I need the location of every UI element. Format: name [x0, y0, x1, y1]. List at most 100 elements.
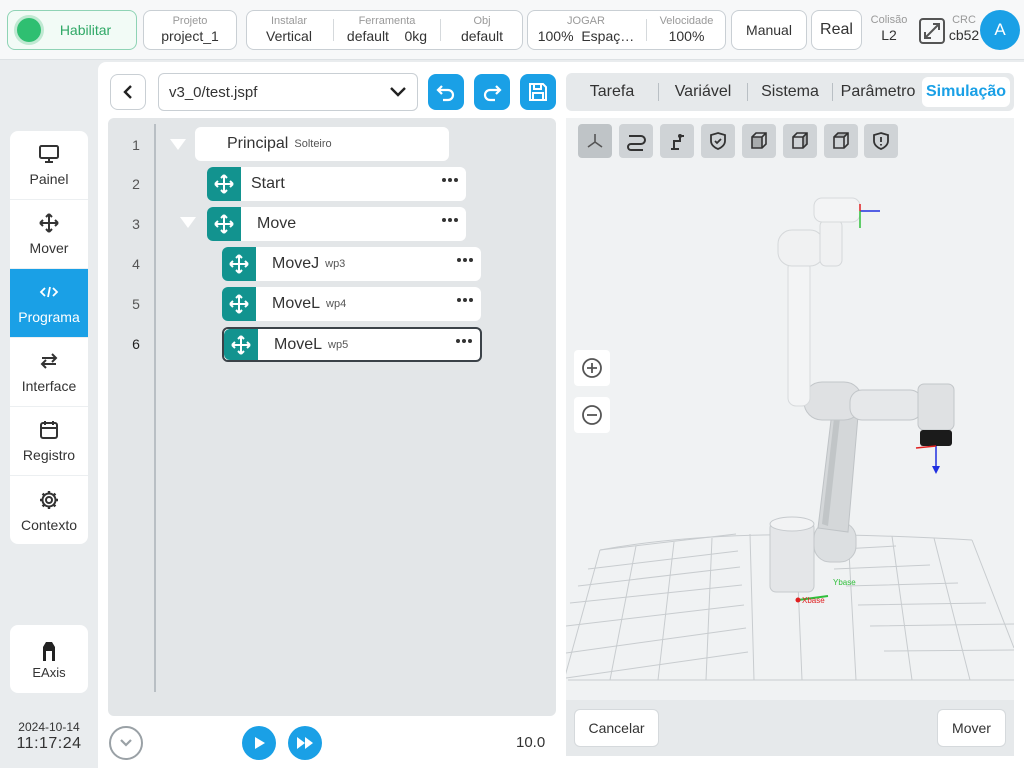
eaxis-label: EAxis — [32, 664, 66, 680]
line-number: 4 — [132, 256, 140, 272]
more-options-icon[interactable] — [442, 178, 458, 182]
tab-parametro[interactable]: Parâmetro — [833, 73, 923, 111]
zoom-in-icon — [582, 358, 602, 378]
eaxis-button[interactable]: EAxis — [10, 625, 88, 693]
view-path-button[interactable] — [619, 124, 653, 158]
chevron-down-icon — [120, 739, 132, 747]
move-handle-icon[interactable] — [207, 207, 241, 241]
view-cube-side-button[interactable] — [783, 124, 817, 158]
collapse-caret-icon[interactable] — [170, 139, 186, 150]
path-icon — [627, 135, 646, 151]
nav-item-contexto[interactable]: Contexto — [10, 476, 88, 544]
jog-speed-group[interactable]: JOGAR 100% Espaç… Velocidade 100% — [527, 10, 726, 50]
crc-value: cb52 — [948, 27, 980, 43]
move-handle-icon[interactable] — [224, 329, 258, 360]
line-number: 3 — [132, 216, 140, 232]
nav-item-painel[interactable]: Painel — [10, 131, 88, 200]
node-name: Start — [251, 175, 285, 192]
tool-value: default 0kg — [346, 28, 428, 44]
enable-status-dot — [17, 18, 41, 42]
expand-icon[interactable] — [918, 17, 946, 45]
simulation-viewport[interactable]: Ybase Xbase — [566, 118, 1014, 700]
robot-arm-icon — [671, 134, 684, 150]
scroll-down-button[interactable] — [109, 726, 143, 760]
enable-button[interactable]: Habilitar — [7, 10, 137, 50]
chevron-left-icon — [123, 85, 132, 99]
save-button[interactable] — [520, 74, 556, 110]
base-y-label: Ybase — [833, 578, 856, 587]
real-button[interactable]: Real — [811, 10, 862, 50]
manual-button[interactable]: Manual — [731, 10, 807, 50]
move-handle-icon[interactable] — [222, 287, 256, 321]
file-select[interactable]: v3_0/test.jspf — [158, 73, 418, 111]
nav-item-programa[interactable]: Programa — [10, 269, 88, 338]
move-handle-icon[interactable] — [207, 167, 241, 201]
fast-forward-icon — [297, 737, 313, 749]
tab-tarefa[interactable]: Tarefa — [566, 73, 658, 111]
crc-label: CRC — [952, 14, 976, 26]
zoom-out-button[interactable] — [574, 397, 610, 433]
node-sub: Solteiro — [294, 138, 332, 150]
tree-node-move[interactable]: Move — [207, 207, 466, 241]
cube-front-icon — [751, 132, 767, 149]
tree-node-principal[interactable]: Principal Solteiro — [195, 127, 449, 161]
avatar[interactable]: A — [980, 10, 1020, 50]
node-sub: wp3 — [325, 258, 346, 270]
tree-node-movej[interactable]: MoveJ wp3 — [222, 247, 481, 281]
line-number: 2 — [132, 176, 140, 192]
move-handle-icon[interactable] — [222, 247, 256, 281]
view-cube-top-button[interactable] — [824, 124, 858, 158]
nav-item-interface[interactable]: Interface — [10, 338, 88, 407]
view-shield-button[interactable] — [701, 124, 735, 158]
tree-node-movel[interactable]: MoveL wp4 — [222, 287, 481, 321]
nav-item-registro[interactable]: Registro — [10, 407, 88, 476]
more-options-icon[interactable] — [442, 218, 458, 222]
cube-side-icon — [792, 132, 808, 149]
collapse-caret-icon[interactable] — [180, 217, 196, 228]
view-robot-button[interactable] — [660, 124, 694, 158]
install-value: Vertical — [266, 28, 312, 44]
collision-label: Colisão — [870, 14, 908, 26]
node-name: Move — [257, 215, 297, 232]
more-options-icon[interactable] — [457, 258, 473, 262]
top-bar: Habilitar Projeto project_1 Instalar Ver… — [0, 0, 1024, 60]
project-selector[interactable]: Projeto project_1 — [143, 10, 237, 50]
cube-top-icon — [833, 132, 849, 149]
tab-sistema[interactable]: Sistema — [748, 73, 832, 111]
view-iso-button[interactable] — [578, 124, 612, 158]
jog-space: Espaç… — [581, 28, 635, 44]
tree-node-start[interactable]: Start — [207, 167, 466, 201]
speed-label: Velocidade — [659, 15, 714, 27]
view-cube-front-button[interactable] — [742, 124, 776, 158]
axes-icon — [587, 134, 603, 148]
tree-node-movel-selected[interactable]: MoveL wp5 — [222, 327, 482, 362]
eaxis-icon — [43, 641, 55, 661]
speed-value: 100% — [668, 28, 705, 44]
collision-indicator[interactable]: Colisão L2 — [866, 14, 912, 43]
play-button[interactable] — [242, 726, 276, 760]
nav-item-mover[interactable]: Mover — [10, 200, 88, 269]
node-name: Principal — [227, 135, 289, 152]
jog-label: JOGAR — [567, 15, 605, 27]
back-button[interactable] — [110, 74, 146, 110]
node-name: MoveJ — [272, 255, 320, 272]
zoom-in-button[interactable] — [574, 350, 610, 386]
step-forward-button[interactable] — [288, 726, 322, 760]
nav-label: Registro — [22, 447, 76, 463]
enable-label: Habilitar — [59, 22, 112, 38]
move-button[interactable]: Mover — [937, 709, 1006, 747]
crc-indicator: CRC cb52 — [946, 14, 982, 43]
tab-simulacao[interactable]: Simulação — [922, 77, 1010, 107]
tab-variavel[interactable]: Variável — [659, 73, 747, 111]
redo-button[interactable] — [474, 74, 510, 110]
install-tool-obj-group[interactable]: Instalar Vertical Ferramenta default 0kg… — [246, 10, 523, 50]
tree-gutter — [154, 124, 156, 692]
more-options-icon[interactable] — [456, 339, 472, 343]
view-shield-alert-button[interactable] — [864, 124, 898, 158]
line-number: 5 — [132, 296, 140, 312]
more-options-icon[interactable] — [457, 298, 473, 302]
cancel-button[interactable]: Cancelar — [574, 709, 659, 747]
undo-button[interactable] — [428, 74, 464, 110]
calendar-icon — [40, 421, 58, 439]
undo-icon — [436, 85, 455, 102]
